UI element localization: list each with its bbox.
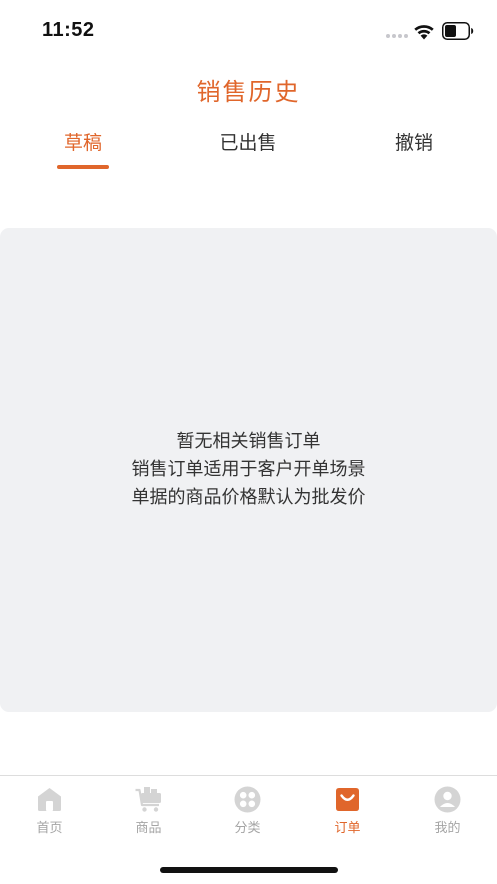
home-indicator[interactable] — [160, 867, 338, 873]
tabbar-label-category: 分类 — [234, 821, 261, 836]
wifi-icon — [414, 25, 434, 40]
category-icon — [234, 786, 261, 813]
tab-sold-label: 已出售 — [219, 132, 277, 154]
home-icon — [38, 788, 61, 811]
tabbar-label-orders: 订单 — [334, 821, 361, 836]
history-tabs: 草稿 已出售 撤销 — [0, 128, 497, 176]
cellular-signal-icon — [386, 34, 408, 39]
empty-state-line: 销售订单适用于客户开单场景 — [131, 459, 366, 480]
empty-state-line: 暂无相关销售订单 — [176, 431, 321, 452]
profile-icon — [434, 786, 461, 813]
empty-state-message: 暂无相关销售订单 销售订单适用于客户开单场景 单据的商品价格默认为批发价 — [0, 428, 497, 512]
tab-revoked-label: 撤销 — [394, 132, 433, 154]
tab-draft[interactable]: 草稿 — [23, 128, 143, 176]
tabbar-label-products: 商品 — [135, 821, 162, 836]
tab-draft-label: 草稿 — [63, 132, 102, 154]
page-title: 销售历史 — [196, 78, 301, 106]
tab-sold[interactable]: 已出售 — [188, 128, 308, 176]
battery-icon — [442, 22, 474, 40]
status-bar: 11:52 — [0, 0, 497, 58]
tabbar-item-products[interactable]: 商品 — [99, 776, 198, 840]
empty-state-line: 单据的商品价格默认为批发价 — [131, 487, 366, 508]
empty-state-panel: 暂无相关销售订单 销售订单适用于客户开单场景 单据的商品价格默认为批发价 — [0, 228, 497, 712]
tabbar-item-category[interactable]: 分类 — [198, 776, 297, 840]
tabbar-label-home: 首页 — [36, 821, 63, 836]
active-tab-indicator — [57, 165, 109, 169]
order-bag-icon — [336, 788, 359, 811]
cart-icon — [135, 787, 161, 812]
bottom-tab-bar: 首页 商品 分类 订单 我的 — [0, 775, 497, 884]
tabbar-label-profile: 我的 — [434, 821, 461, 836]
tabbar-item-profile[interactable]: 我的 — [398, 776, 497, 840]
status-time: 11:52 — [42, 19, 95, 41]
tabbar-item-home[interactable]: 首页 — [0, 776, 99, 840]
tab-revoked[interactable]: 撤销 — [354, 128, 474, 176]
tabbar-item-orders[interactable]: 订单 — [298, 776, 397, 840]
